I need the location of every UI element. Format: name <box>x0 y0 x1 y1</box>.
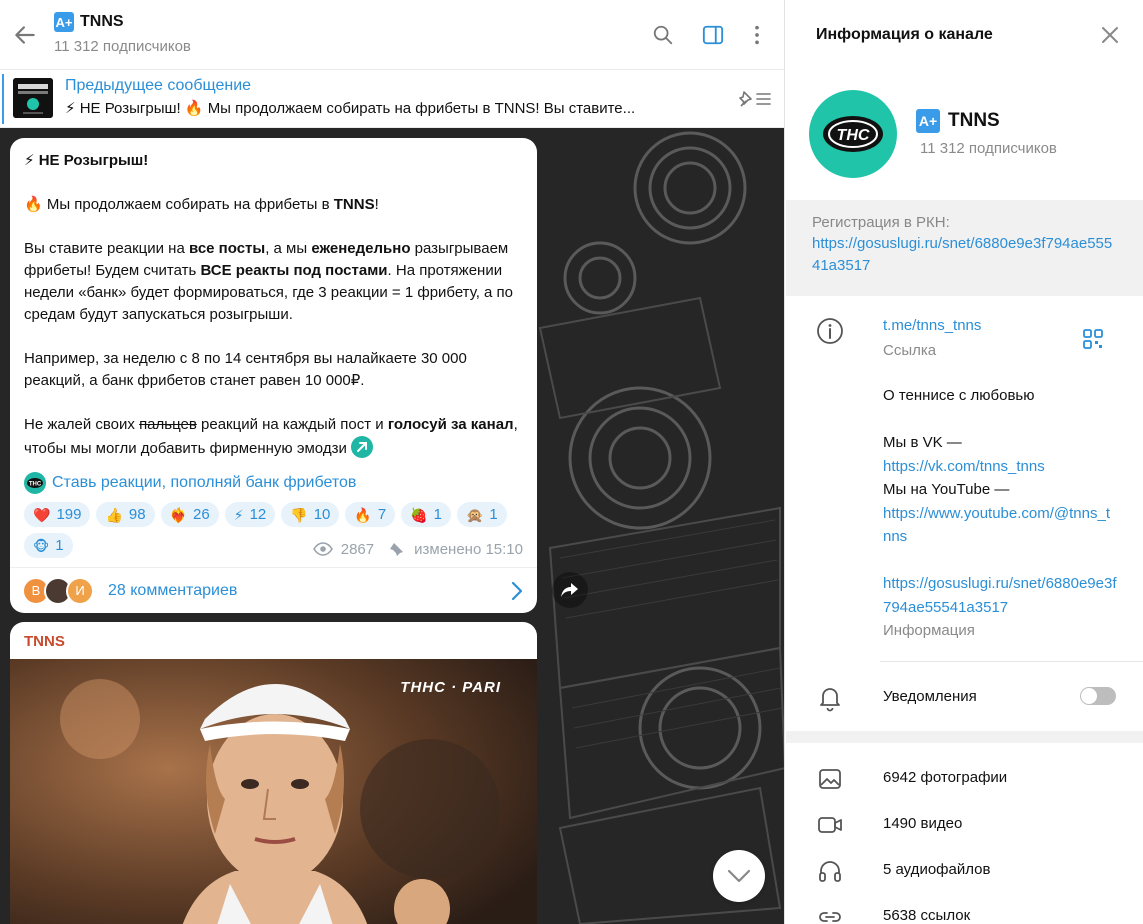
media-links[interactable]: 5638 ссылок <box>883 907 970 924</box>
commenter-avatars: В И <box>22 576 110 605</box>
channel-subscribers: 11 312 подписчиков <box>54 38 191 55</box>
reaction-monkey[interactable]: 🐵 1 <box>24 533 73 558</box>
views-eye-icon <box>312 542 333 556</box>
next-message-bubble: TNNS ТННС · PARI <box>10 622 537 924</box>
lightning-icon: ⚡ <box>24 152 35 169</box>
chat-header: A+ TNNS 11 312 подписчиков <box>0 0 784 70</box>
comments-count: 28 комментариев <box>108 581 238 599</box>
post-paragraph-5: Не жалей своих пальцев реакций на каждый… <box>24 416 518 458</box>
inline-link-label: Ставь реакции, пополняй банк фрибетов <box>52 474 357 491</box>
svg-text:ТНС: ТНС <box>837 127 870 144</box>
gosuslugi-link[interactable]: https://gosuslugi.ru/snet/6880e9e3f794ae… <box>883 572 1118 619</box>
post-paragraph-4: Например, за неделю с 8 по 14 сентября в… <box>24 350 467 389</box>
info-title: Информация о канале <box>816 26 993 43</box>
toggle-knob <box>1081 688 1097 704</box>
rkn-label: Регистрация в РКН: <box>812 214 950 231</box>
inline-link[interactable]: ТНС Ставь реакции, пополняй банк фрибето… <box>24 472 523 494</box>
pinned-message-bar[interactable]: Предыдущее сообщение ⚡ НЕ Розыгрыш! 🔥 Мы… <box>0 70 784 128</box>
qr-code-icon[interactable] <box>1082 328 1104 350</box>
headphones-icon <box>819 861 841 882</box>
pinned-accent-line <box>2 74 4 124</box>
reaction-heart[interactable]: ❤️ 199 <box>24 502 91 527</box>
divider <box>880 661 1143 662</box>
channel-name: TNNS <box>80 13 124 30</box>
link-icon <box>819 912 841 922</box>
tnns-logo-icon: ТНС <box>24 472 46 494</box>
channel-title[interactable]: A+ TNNS <box>54 12 124 32</box>
avatar: И <box>66 576 94 605</box>
message-bubble: ⚡ НЕ Розыгрыш! 🔥 Мы продолжаем собирать … <box>10 138 537 613</box>
post-paragraph-2: 🔥 Мы продолжаем собирать на фрибеты в TN… <box>24 196 379 213</box>
tnns-logo-icon: ТНС <box>823 116 883 152</box>
notifications-label: Уведомления <box>883 688 977 705</box>
search-icon[interactable] <box>652 24 674 46</box>
close-icon[interactable] <box>1099 24 1121 46</box>
media-videos[interactable]: 1490 видео <box>883 815 962 832</box>
share-button[interactable] <box>552 572 588 608</box>
notifications-toggle[interactable] <box>1080 687 1116 705</box>
comments-bar[interactable]: В И 28 комментариев <box>10 567 537 613</box>
media-photos[interactable]: 6942 фотографии <box>883 769 1007 786</box>
description-label: Информация <box>883 622 975 639</box>
channel-link-label: Ссылка <box>883 342 937 359</box>
scroll-down-button[interactable] <box>713 850 765 902</box>
reaction-strawberry[interactable]: 🍓 1 <box>401 502 451 527</box>
channel-info-panel: Информация о канале ТНС A+ TNNS 11 312 п… <box>786 0 1143 924</box>
pin-icon <box>390 543 404 556</box>
sidebar-toggle-icon[interactable] <box>702 24 724 46</box>
reaction-thumbs-up[interactable]: 👍 98 <box>96 502 155 527</box>
reaction-thumbs-down[interactable]: 👎 10 <box>281 502 340 527</box>
profile-name: A+ TNNS <box>916 109 1000 133</box>
message-meta: 2867 изменено 15:10 <box>312 540 523 558</box>
chevron-right-icon <box>511 581 523 601</box>
back-arrow-icon[interactable] <box>12 22 38 48</box>
post-heading: ⚡ НЕ Розыгрыш! <box>24 152 149 169</box>
channel-avatar[interactable]: ТНС <box>809 90 897 178</box>
rkn-link[interactable]: https://gosuslugi.ru/snet/6880e9e3f794ae… <box>812 233 1117 277</box>
reaction-fire[interactable]: 🔥 7 <box>345 502 396 527</box>
vk-link[interactable]: https://vk.com/tnns_tnns <box>883 455 1118 479</box>
photo-icon <box>819 769 841 789</box>
post-paragraph-3: Вы ставите реакции на все посты, а мы еж… <box>24 240 514 323</box>
brand-emoji-icon <box>351 436 374 458</box>
pinned-thumbnail <box>13 78 53 118</box>
message-author: TNNS <box>24 633 65 650</box>
pinned-text: ⚡ НЕ Розыгрыш! 🔥 Мы продолжаем собирать … <box>65 100 636 117</box>
reaction-lightning[interactable]: ⚡ 12 <box>224 502 276 527</box>
video-icon <box>818 817 842 833</box>
section-separator <box>786 731 1143 743</box>
edited-time: изменено 15:10 <box>414 540 523 558</box>
pinned-list-icon[interactable] <box>737 88 773 110</box>
share-arrow-icon <box>561 583 578 597</box>
reaction-heart-fire[interactable]: ❤️‍🔥 26 <box>160 502 219 527</box>
channel-badge-icon: A+ <box>916 109 940 133</box>
chevron-down-icon <box>727 869 751 883</box>
chat-column: A+ TNNS 11 312 подписчиков Предыдущее со… <box>0 0 785 924</box>
fire-icon: 🔥 <box>24 196 43 213</box>
post-photo[interactable]: ТННС · PARI <box>10 659 537 924</box>
more-vertical-icon[interactable] <box>746 24 768 46</box>
info-icon <box>817 318 843 344</box>
youtube-link[interactable]: https://www.youtube.com/@tnns_tnns <box>883 502 1118 549</box>
channel-link[interactable]: t.me/tnns_tnns <box>883 317 981 334</box>
media-audio[interactable]: 5 аудиофайлов <box>883 861 990 878</box>
photo-watermark: ТННС · PARI <box>400 679 501 696</box>
profile-subscribers: 11 312 подписчиков <box>920 140 1057 157</box>
svg-text:ТНС: ТНС <box>29 482 42 488</box>
reaction-speak-no-evil-monkey[interactable]: 🙊 1 <box>456 502 507 527</box>
pinned-title: Предыдущее сообщение <box>65 77 252 94</box>
info-header: Информация о канале <box>786 0 1143 70</box>
views-count: 2867 <box>340 540 375 558</box>
rkn-registration: Регистрация в РКН: https://gosuslugi.ru/… <box>786 200 1143 296</box>
channel-description: О теннисе с любовью Мы в VK — https://vk… <box>883 384 1118 643</box>
bell-icon <box>820 688 840 712</box>
channel-badge-icon: A+ <box>54 12 74 32</box>
